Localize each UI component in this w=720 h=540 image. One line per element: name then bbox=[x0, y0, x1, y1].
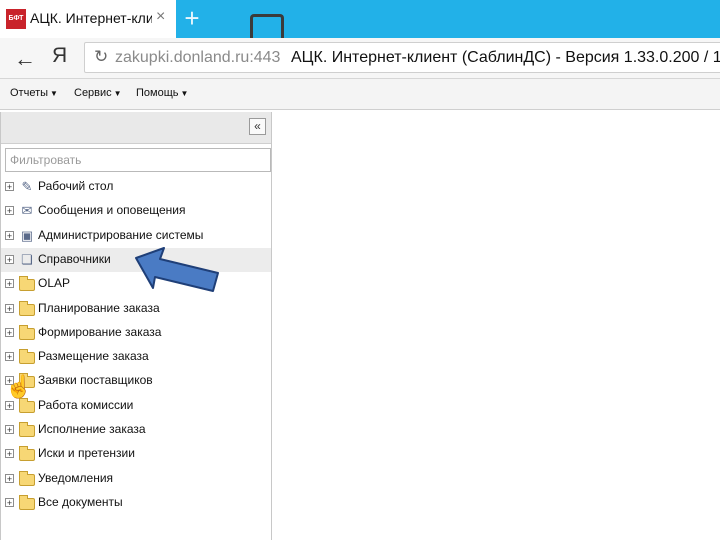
tree-item-label: Заявки поставщиков bbox=[38, 373, 153, 388]
menu-reports[interactable]: Отчеты ▼ bbox=[10, 87, 58, 99]
expand-icon[interactable]: + bbox=[5, 449, 14, 459]
tree-item-label: Все документы bbox=[38, 494, 123, 509]
tree-item-label: Планирование заказа bbox=[38, 300, 160, 315]
window-restore-icon[interactable] bbox=[250, 14, 284, 38]
tree-item[interactable]: + Работа комиссии bbox=[1, 394, 271, 418]
envelope-icon: ✉ bbox=[21, 203, 33, 219]
navigation-panel: « + ✎ Рабочий стол + ✉ Сообщения и оповещения… bbox=[0, 112, 272, 540]
chevron-down-icon: ▼ bbox=[50, 89, 58, 98]
tree-item[interactable]: + Планирование заказа bbox=[1, 297, 271, 321]
tree-item-label: Рабочий стол bbox=[38, 179, 114, 193]
expand-icon[interactable]: + bbox=[5, 254, 14, 264]
page-title-in-url: АЦК. Интернет-клиент (СаблинДС) - Версия… bbox=[291, 49, 720, 66]
expand-icon[interactable]: + bbox=[5, 352, 14, 362]
tree-item[interactable]: + Уведомления bbox=[1, 467, 271, 491]
tab-title: АЦК. Интернет-клиен bbox=[30, 10, 152, 26]
chevron-down-icon: ▼ bbox=[180, 89, 189, 98]
yandex-icon[interactable]: Я bbox=[52, 44, 67, 68]
chevron-down-icon: ▼ bbox=[113, 89, 122, 98]
browser-tab-strip: БФТ АЦК. Интернет-клиен × + bbox=[0, 0, 720, 38]
hand-cursor-icon: ☝ bbox=[5, 374, 33, 399]
tree-item-label: Сообщения и оповещения bbox=[38, 203, 186, 218]
folder-icon bbox=[19, 446, 35, 462]
tree-item-label: Уведомления bbox=[38, 470, 114, 485]
expand-icon[interactable]: + bbox=[5, 425, 14, 435]
url-host: zakupki.donland.ru:443 bbox=[115, 49, 281, 66]
expand-icon[interactable]: + bbox=[5, 230, 14, 240]
expand-icon[interactable]: + bbox=[5, 473, 14, 483]
expand-icon[interactable]: + bbox=[5, 182, 14, 192]
folder-icon bbox=[19, 397, 35, 413]
new-tab-button[interactable]: + bbox=[178, 4, 206, 32]
expand-icon[interactable]: + bbox=[5, 279, 14, 289]
url-field[interactable]: ↻ zakupki.donland.ru:443 АЦК. Интернет-к… bbox=[84, 42, 720, 73]
navigation-panel-header: « bbox=[1, 112, 271, 144]
tree-item[interactable]: + Исполнение заказа bbox=[1, 418, 271, 442]
computer-icon: ▣ bbox=[20, 227, 34, 243]
tree-item-label: Формирование заказа bbox=[38, 324, 162, 339]
tree-item[interactable]: + Формирование заказа bbox=[1, 321, 271, 345]
tree-item[interactable]: + ✎ Рабочий стол bbox=[1, 175, 271, 199]
folder-icon bbox=[19, 422, 35, 437]
tree-item-label: OLAP bbox=[38, 276, 71, 291]
pointer-arrow-icon bbox=[135, 247, 219, 292]
folder-icon bbox=[19, 349, 35, 365]
tree-item[interactable]: + Все документы bbox=[1, 491, 271, 515]
browser-tab[interactable]: БФТ АЦК. Интернет-клиен × bbox=[0, 0, 176, 38]
tree-item-label: Администрирование системы bbox=[38, 227, 204, 242]
back-arrow-icon[interactable]: ← bbox=[14, 46, 36, 72]
folder-icon bbox=[19, 300, 35, 316]
menu-help-label: Помощь bbox=[136, 87, 179, 99]
expand-icon[interactable]: + bbox=[5, 206, 14, 216]
filter-input[interactable] bbox=[5, 148, 271, 172]
folder-icon bbox=[19, 494, 35, 510]
menu-help[interactable]: Помощь ▼ bbox=[136, 87, 188, 99]
address-bar: ← Я ↻ zakupki.donland.ru:443 АЦК. Интерн… bbox=[0, 38, 720, 79]
expand-icon[interactable]: + bbox=[5, 400, 14, 410]
menu-service[interactable]: Сервис ▼ bbox=[74, 87, 122, 99]
tree-item-label: Размещение заказа bbox=[38, 349, 149, 364]
tree-item[interactable]: + ✉ Сообщения и оповещения bbox=[1, 199, 271, 223]
book-icon: ❏ bbox=[21, 251, 33, 267]
tree-item[interactable]: + Иски и претензии bbox=[1, 442, 271, 466]
collapse-panel-icon[interactable]: « bbox=[249, 118, 266, 135]
tree-item-label: Исполнение заказа bbox=[38, 422, 146, 436]
expand-icon[interactable]: + bbox=[5, 497, 14, 507]
expand-icon[interactable]: + bbox=[5, 327, 14, 337]
tree-item-label: Справочники bbox=[38, 251, 111, 266]
broom-icon: ✎ bbox=[21, 179, 33, 194]
tree-item-label: Иски и претензии bbox=[38, 446, 135, 461]
close-tab-icon[interactable]: × bbox=[156, 8, 165, 26]
tree-item-label: Работа комиссии bbox=[38, 397, 134, 412]
folder-icon bbox=[19, 276, 35, 292]
tree-item[interactable]: + ▣ Администрирование системы bbox=[1, 224, 271, 248]
folder-icon bbox=[19, 324, 35, 340]
folder-icon bbox=[19, 470, 35, 486]
tree-item[interactable]: + Размещение заказа bbox=[1, 345, 271, 369]
menu-reports-label: Отчеты bbox=[10, 87, 49, 99]
bft-favicon-icon: БФТ bbox=[6, 9, 26, 29]
menu-service-label: Сервис bbox=[74, 87, 112, 99]
app-menu-bar: Отчеты ▼ Сервис ▼ Помощь ▼ bbox=[0, 79, 720, 110]
tree-item[interactable]: + Заявки поставщиков bbox=[1, 369, 271, 393]
expand-icon[interactable]: + bbox=[5, 303, 14, 313]
reload-icon[interactable]: ↻ bbox=[94, 47, 108, 67]
